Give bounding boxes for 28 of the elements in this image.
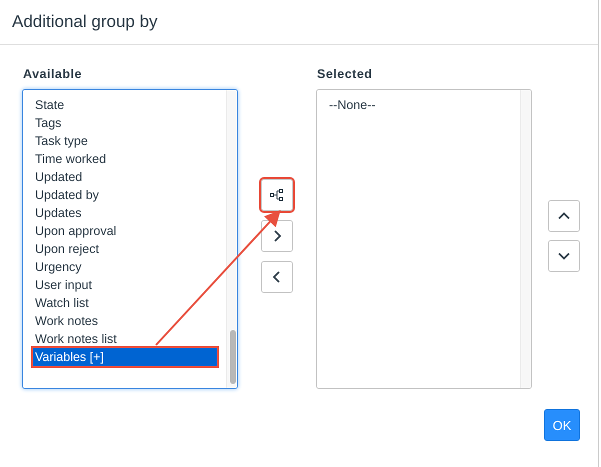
- list-option[interactable]: Tags: [33, 114, 217, 132]
- scrollbar[interactable]: [520, 90, 531, 388]
- remove-button[interactable]: [261, 261, 293, 293]
- list-option[interactable]: --None--: [327, 96, 511, 114]
- list-option[interactable]: Work notes list: [33, 330, 217, 348]
- move-down-button[interactable]: [548, 240, 580, 272]
- move-up-button[interactable]: [548, 200, 580, 232]
- tree-button[interactable]: [261, 179, 293, 211]
- scrollbar-thumb[interactable]: [230, 330, 236, 384]
- list-label: Available: [22, 67, 83, 83]
- list-option[interactable]: State: [33, 96, 217, 114]
- list-option[interactable]: Time worked: [33, 150, 217, 168]
- list-option[interactable]: Variables [+]: [33, 348, 217, 366]
- tree-icon: [270, 189, 284, 201]
- list-option[interactable]: User input: [33, 276, 217, 294]
- list-option[interactable]: Watch list: [33, 294, 217, 312]
- list-option[interactable]: Upon reject: [33, 240, 217, 258]
- list-option[interactable]: Urgency: [33, 258, 217, 276]
- list-option[interactable]: Upon approval: [33, 222, 217, 240]
- list-option[interactable]: Updated: [33, 168, 217, 186]
- list-option[interactable]: Updated by: [33, 186, 217, 204]
- list-option[interactable]: Task type: [33, 132, 217, 150]
- add-button[interactable]: [261, 220, 293, 252]
- scrollbar[interactable]: [226, 90, 237, 388]
- list-option[interactable]: Updates: [33, 204, 217, 222]
- list-label: Selected: [316, 67, 374, 83]
- list-option[interactable]: Work notes: [33, 312, 217, 330]
- dialog-title: Additional group by: [12, 12, 158, 32]
